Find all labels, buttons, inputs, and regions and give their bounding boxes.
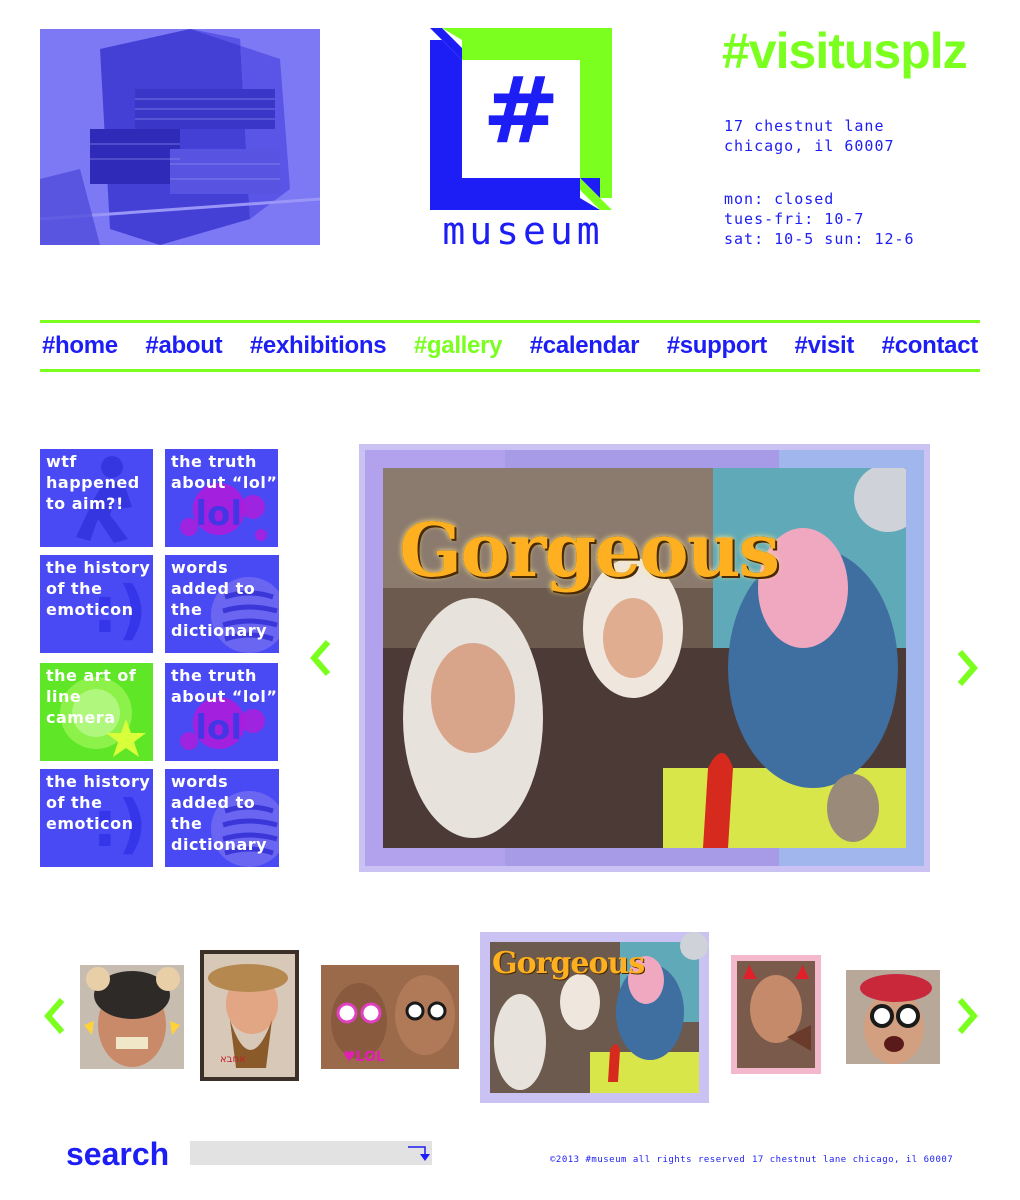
thumbnail-image (731, 955, 821, 1074)
tile-label: words added to the dictionary (171, 772, 268, 854)
thumbnail-image (846, 970, 940, 1064)
tile-label: the history of the emoticon (46, 558, 151, 619)
exhibit-tile-line-camera[interactable]: the art of line camera (40, 663, 153, 761)
gallery-thumbnail[interactable]: ♥LOL (321, 965, 459, 1069)
gallery-main-photo[interactable]: Gorgeous (359, 444, 930, 872)
logo-hash-symbol: # (482, 57, 560, 164)
thumbnail-image (80, 965, 184, 1069)
tagline: #visitusplz (722, 23, 968, 79)
search-label: search (66, 1136, 170, 1172)
search-input[interactable] (190, 1141, 432, 1165)
slide-caption-word: Gorgeous (399, 508, 780, 594)
tile-label: the truth about “lol” (171, 666, 278, 706)
nav-home[interactable]: #home (42, 332, 118, 360)
nav-contact[interactable]: #contact (882, 332, 979, 360)
gallery-thumbnail-active[interactable]: Gorgeous (480, 932, 709, 1103)
prev-thumbs-arrow-icon[interactable] (42, 996, 66, 1036)
nav-gallery[interactable]: #gallery (414, 332, 503, 360)
hero-building-photo (40, 29, 320, 245)
tile-label: the art of line camera (46, 666, 137, 727)
next-slide-arrow-icon[interactable] (956, 648, 980, 688)
hours-line: mon: closed (724, 190, 835, 208)
tile-label: wtf happened to aim?! (46, 452, 140, 513)
exhibit-tile-dictionary[interactable]: words added to the dictionary (165, 555, 279, 653)
hours-line: tues-fri: 10-7 (724, 210, 865, 228)
footer-address: 17 chestnut lane chicago, il 60007 (752, 1155, 954, 1165)
gallery-thumbnail[interactable] (80, 965, 184, 1069)
address-line: 17 chestnut lane (724, 117, 885, 135)
nav-visit[interactable]: #visit (795, 332, 855, 360)
exhibit-tile-emoticon[interactable]: :) the history of the emoticon (40, 769, 153, 867)
gallery-thumbnail[interactable] (731, 955, 821, 1074)
tile-label: the history of the emoticon (46, 772, 151, 833)
nav-about[interactable]: #about (145, 332, 222, 360)
hours-block: mon: closed tues-fri: 10-7 sat: 10-5 sun… (724, 189, 915, 249)
main-nav: #home #about #exhibitions #gallery #cale… (40, 320, 980, 372)
lol-decoration: lol (195, 708, 242, 748)
exhibit-tile-aim[interactable]: wtf happened to aim?! (40, 449, 153, 547)
thumbnail-caption-word: Gorgeous (492, 946, 645, 981)
address-line: chicago, il 60007 (724, 137, 895, 155)
exhibit-tile-dictionary[interactable]: words added to the dictionary (165, 769, 279, 867)
lol-decoration: lol (195, 494, 242, 534)
copyright-text: ©2013 #museum all rights reserved (550, 1155, 746, 1165)
thumbnail-image (200, 950, 299, 1081)
tile-label: words added to the dictionary (171, 558, 268, 640)
thumbnail-text: ♥LOL (343, 1049, 385, 1065)
address-block: 17 chestnut lane chicago, il 60007 (724, 116, 895, 156)
prev-slide-arrow-icon[interactable] (308, 638, 332, 678)
tile-label: the truth about “lol” (171, 452, 278, 492)
nav-exhibitions[interactable]: #exhibitions (250, 332, 387, 360)
nav-calendar[interactable]: #calendar (530, 332, 640, 360)
photo-scene: Gorgeous (383, 468, 906, 848)
gallery-thumbnail[interactable] (846, 970, 940, 1064)
next-thumbs-arrow-icon[interactable] (956, 996, 980, 1036)
museum-logo[interactable]: # museum (430, 28, 614, 250)
logo-wordmark: museum (442, 209, 604, 253)
thumbnail-image (321, 965, 459, 1069)
nav-support[interactable]: #support (667, 332, 768, 360)
hours-line: sat: 10-5 sun: 12-6 (724, 230, 915, 248)
gallery-thumbnail[interactable]: אחבא (200, 950, 299, 1081)
exhibit-tile-emoticon[interactable]: :) the history of the emoticon (40, 555, 153, 653)
search-submit-arrow-icon[interactable] (408, 1144, 430, 1162)
exhibit-tile-lol[interactable]: lol the truth about “lol” (165, 449, 278, 547)
exhibit-tile-lol[interactable]: lol the truth about “lol” (165, 663, 278, 761)
thumbnail-text: אחבא (220, 1054, 246, 1065)
